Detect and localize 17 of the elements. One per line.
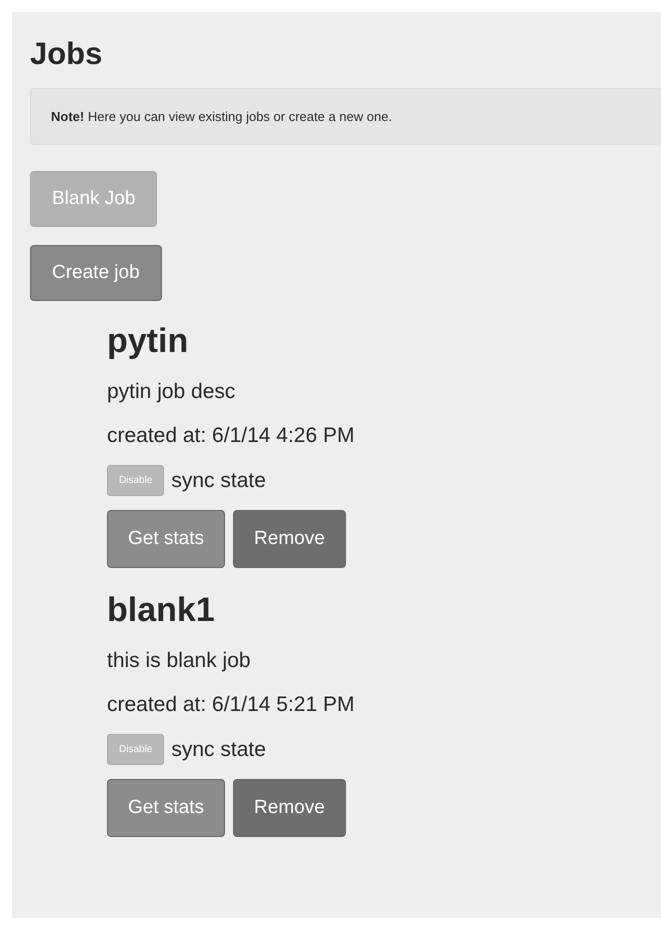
remove-button[interactable]: Remove <box>233 779 346 837</box>
created-date: created at: 6/1/14 5:21 PM <box>107 692 356 718</box>
get-stats-button[interactable]: Get stats <box>107 510 226 568</box>
disable-button[interactable]: Disable <box>107 465 164 496</box>
job-title: blank1 <box>107 590 216 631</box>
remove-button[interactable]: Remove <box>233 510 346 568</box>
sync-state-label: sync state <box>171 738 266 762</box>
get-stats-button[interactable]: Get stats <box>107 779 226 837</box>
create-job-button[interactable]: Create job <box>30 245 162 301</box>
note-message: Note! Here you can view existing jobs or create a new one. <box>30 88 661 145</box>
disable-button[interactable]: Disable <box>107 734 164 765</box>
created-date: created at: 6/1/14 4:26 PM <box>107 423 356 449</box>
job-description: this is blank job <box>107 648 252 674</box>
page-title: Jobs <box>30 36 104 72</box>
job-title: pytin <box>107 321 190 362</box>
job-description: pytin job desc <box>107 379 236 405</box>
sync-state-label: sync state <box>171 468 266 492</box>
